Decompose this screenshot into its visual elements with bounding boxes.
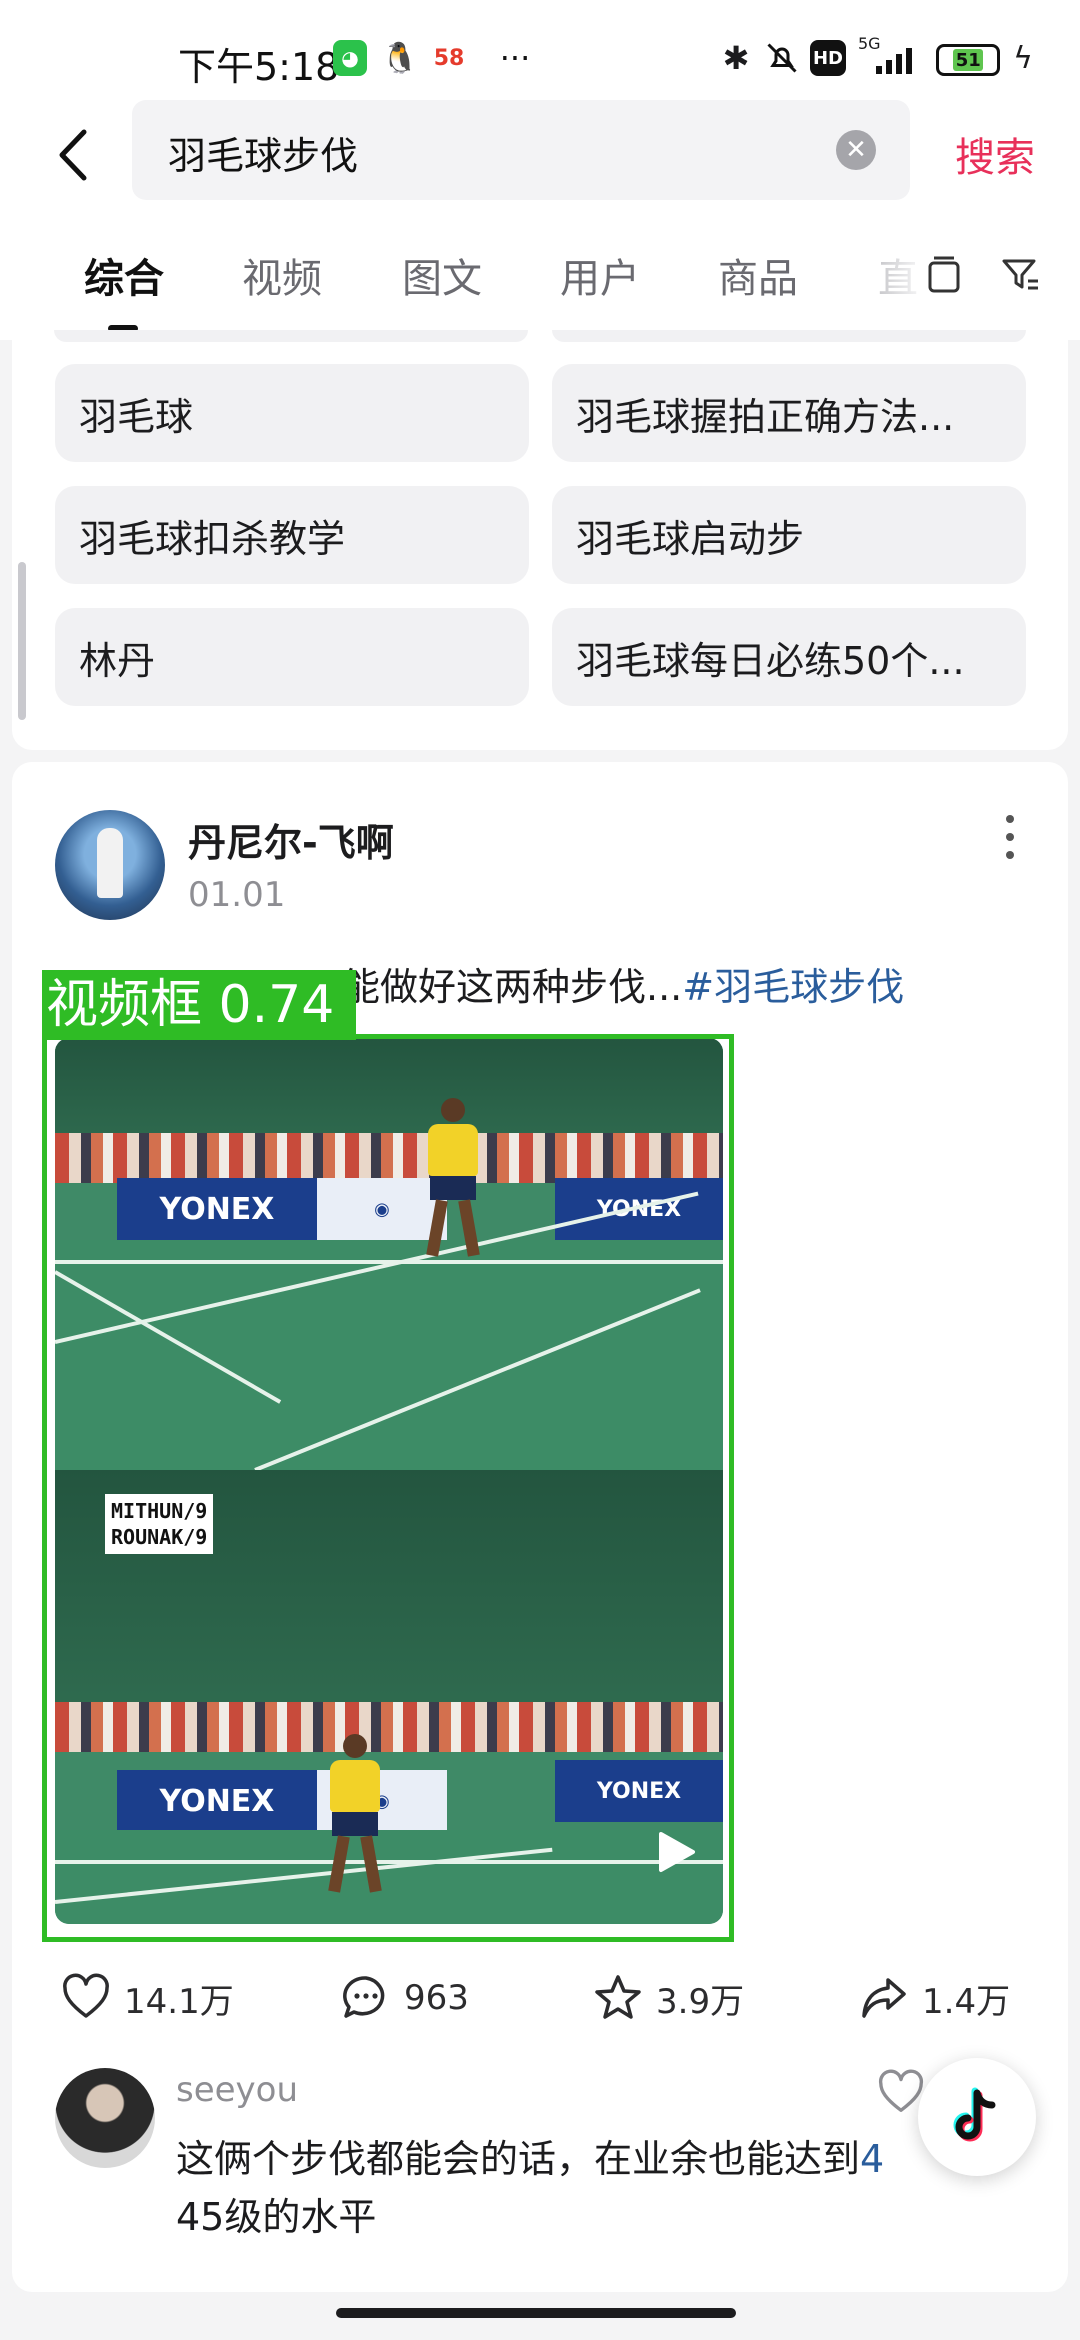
heart-icon [63, 1973, 109, 2018]
author-name[interactable]: 丹尼尔-飞啊 [188, 812, 394, 867]
suggestion-chip[interactable]: 羽毛球扣杀教学 [55, 486, 529, 584]
mute-bell-icon [762, 40, 802, 76]
post-caption-text: 能做好这两种步伐... [342, 965, 683, 1009]
post-date: 01.01 [188, 875, 286, 915]
app-58-icon: 58 [433, 45, 465, 71]
suggestion-chip[interactable]: 林丹 [55, 608, 529, 706]
search-header: 羽毛球步伐 ✕ 搜索 [0, 100, 1080, 210]
signal-icon: 5G [858, 34, 922, 76]
home-indicator[interactable] [336, 2308, 736, 2318]
layout-toggle-icon[interactable] [926, 255, 962, 295]
commenter-avatar[interactable] [55, 2068, 155, 2168]
battery-icon: 51 [936, 44, 1000, 76]
filter-icon[interactable] [1000, 255, 1040, 295]
favorite-button[interactable]: 3.9万 [592, 1968, 744, 2028]
commenter-name[interactable]: seeyou [176, 2070, 298, 2110]
douyin-icon [953, 2087, 996, 2142]
author-avatar[interactable] [55, 810, 165, 920]
suggestion-chip[interactable]: 羽毛球每日必练50个... [552, 608, 1026, 706]
tab-image-text[interactable]: 图文 [402, 246, 482, 304]
comment-icon [343, 1976, 385, 2018]
scrollbar-thumb[interactable] [18, 562, 26, 720]
detection-label: 视频框 0.74 [42, 970, 356, 1040]
back-button[interactable] [44, 120, 104, 190]
status-bar: 下午5:18 ◕ 🐧 58 ··· ✱ HD 5G 51 ϟ [0, 0, 1080, 100]
star-icon [595, 1975, 641, 2019]
suggestion-chip[interactable]: 羽毛球 [55, 364, 529, 462]
suggestion-chip[interactable]: 羽毛球握拍正确方法... [552, 364, 1026, 462]
back-arrow-icon [59, 129, 87, 181]
tab-video[interactable]: 视频 [242, 246, 322, 304]
charging-icon: ϟ [1013, 40, 1033, 76]
search-button[interactable]: 搜索 [955, 125, 1035, 183]
chip-partial [54, 330, 528, 342]
more-notifications-icon: ··· [499, 39, 531, 77]
clear-search-icon[interactable]: ✕ [836, 130, 876, 170]
comment-text: 这俩个步伐都能会的话，在业余也能达到4 45级的水平 [176, 2130, 1026, 2246]
chip-partial [552, 330, 1026, 342]
qq-icon: 🐧 [381, 40, 419, 76]
like-button[interactable]: 14.1万 [60, 1968, 234, 2028]
wechat-icon: ◕ [333, 40, 367, 76]
tab-products[interactable]: 商品 [718, 246, 798, 304]
tab-users[interactable]: 用户 [560, 246, 640, 304]
comment-line-2: 45级的水平 [176, 2195, 377, 2239]
hd-icon: HD [810, 40, 846, 76]
detection-box [42, 1034, 734, 1942]
status-time: 下午5:18 [178, 45, 340, 89]
like-count: 14.1万 [124, 1981, 234, 2022]
comment-line-1: 这俩个步伐都能会的话，在业余也能达到 [176, 2137, 861, 2181]
share-icon [862, 1978, 906, 2018]
share-button[interactable]: 1.4万 [858, 1968, 1010, 2028]
comment-link[interactable]: 4 [860, 2137, 884, 2181]
bluetooth-icon: ✱ [722, 39, 750, 77]
suggestion-chip[interactable]: 羽毛球启动步 [552, 486, 1026, 584]
search-query: 羽毛球步伐 [168, 134, 359, 178]
post-hashtag[interactable]: #羽毛球步伐 [682, 965, 904, 1009]
tab-general[interactable]: 综合 [84, 246, 164, 304]
search-input[interactable]: 羽毛球步伐 ✕ [132, 100, 910, 200]
comment-count: 963 [404, 1978, 469, 2018]
douyin-float-button[interactable] [918, 2058, 1036, 2176]
share-count: 1.4万 [922, 1981, 1011, 2022]
avatar-figure [97, 828, 123, 898]
tab-bar: 综合 视频 图文 用户 商品 直 [0, 210, 1080, 340]
battery-level: 51 [953, 49, 983, 71]
tab-fade [870, 230, 930, 310]
more-options-icon[interactable] [1003, 815, 1017, 859]
comment-button[interactable]: 963 [340, 1968, 469, 2028]
favorite-count: 3.9万 [656, 1981, 745, 2022]
